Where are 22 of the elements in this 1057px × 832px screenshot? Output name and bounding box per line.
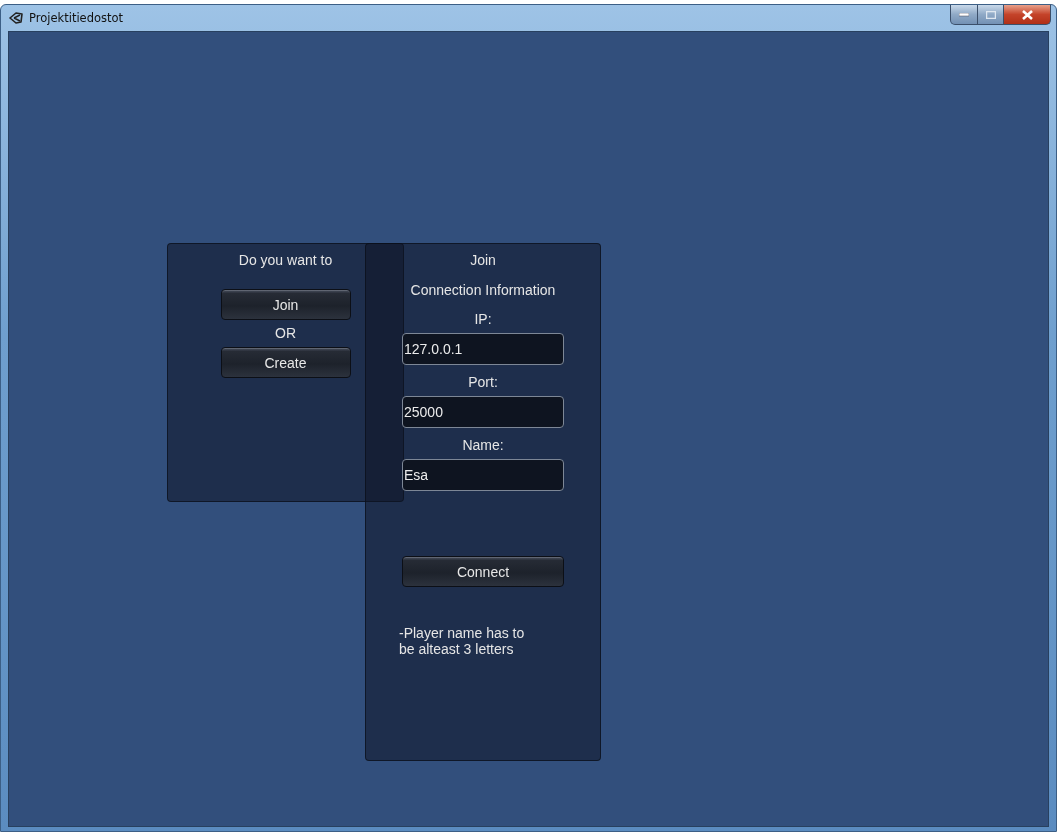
app-icon [9,11,23,25]
join-button[interactable]: Join [220,289,351,320]
panel-subtitle: Connection Information [410,282,556,298]
text-field[interactable]: 25000 [402,396,564,428]
create-button[interactable]: Create [220,347,351,378]
maximize-icon [985,10,996,19]
close-icon [1021,9,1033,20]
field-label: Port: [468,374,498,390]
connect-button[interactable]: Connect [402,556,564,587]
or-label: OR [275,325,296,341]
text-field[interactable]: Esa [402,459,564,491]
panel-heading: Do you want to [238,252,333,268]
text-field[interactable]: 127.0.0.1 [402,333,564,365]
field-label: IP: [474,311,492,327]
maximize-button[interactable] [977,5,1004,25]
panel-title: Join [470,252,496,268]
close-button[interactable] [1003,5,1051,25]
field-label: Name: [462,437,504,453]
minimize-icon [959,12,969,17]
minimize-button[interactable] [950,5,978,25]
error-message: -Player name has to be alteast 3 letters [399,625,526,657]
window-title: Projektitiedostot [29,11,125,25]
